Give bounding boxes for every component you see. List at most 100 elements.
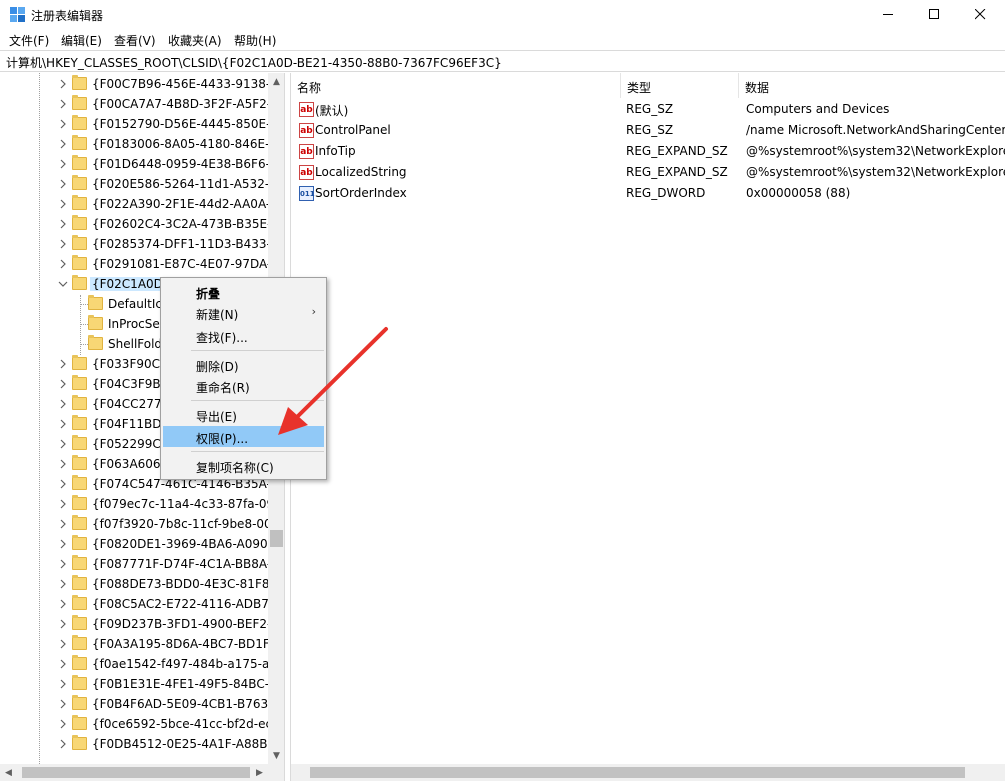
tree-item[interactable]: {F0820DE1-3969-4BA6-A090-E xyxy=(0,534,280,554)
chevron-right-icon[interactable] xyxy=(57,98,69,110)
tree-item[interactable]: {F00C7B96-456E-4433-9138-54 xyxy=(0,74,284,94)
scroll-down-icon[interactable]: ▼ xyxy=(268,747,284,764)
tree-item[interactable]: {F0B4F6AD-5E09-4CB1-B763-E xyxy=(0,694,280,714)
tree-item-label: {F020E586-5264-11d1-A532-00 xyxy=(92,177,285,191)
tree-item[interactable]: {f079ec7c-11a4-4c33-87fa-090 xyxy=(0,494,282,514)
chevron-right-icon[interactable] xyxy=(57,558,69,570)
menu-item-find[interactable]: 查找(F)... xyxy=(163,325,324,346)
column-header-name[interactable]: 名称 xyxy=(291,73,621,98)
tree-item-label: {f07f3920-7b8c-11cf-9be8-00a xyxy=(92,517,280,531)
chevron-right-icon[interactable] xyxy=(57,618,69,630)
menu-help[interactable]: 帮助(H) xyxy=(234,32,276,49)
chevron-right-icon[interactable] xyxy=(57,118,69,130)
menu-item-label: 权限(P)... xyxy=(196,432,249,446)
chevron-right-icon[interactable] xyxy=(57,658,69,670)
tree-horizontal-scrollbar[interactable]: ◀ ▶ xyxy=(0,764,284,781)
chevron-right-icon[interactable] xyxy=(57,198,69,210)
menu-favorites[interactable]: 收藏夹(A) xyxy=(168,32,222,49)
tree-item[interactable]: {F08C5AC2-E722-4116-ADB7-C xyxy=(0,594,282,614)
scroll-thumb[interactable] xyxy=(310,767,965,778)
menu-item-permissions[interactable]: 权限(P)... xyxy=(163,426,324,447)
tree-item[interactable]: {f07f3920-7b8c-11cf-9be8-00a xyxy=(0,514,279,534)
scroll-up-icon[interactable]: ▲ xyxy=(268,73,284,90)
chevron-right-icon[interactable] xyxy=(57,238,69,250)
chevron-right-icon[interactable] xyxy=(57,598,69,610)
close-button[interactable] xyxy=(957,0,1003,29)
maximize-button[interactable] xyxy=(911,0,957,29)
menu-item-copy-key-name[interactable]: 复制项名称(C) xyxy=(163,455,324,476)
folder-icon xyxy=(72,375,87,390)
scroll-right-icon[interactable]: ▶ xyxy=(251,764,268,781)
address-path[interactable]: 计算机\HKEY_CLASSES_ROOT\CLSID\{F02C1A0D-BE… xyxy=(6,54,502,71)
chevron-right-icon[interactable] xyxy=(57,698,69,710)
chevron-right-icon[interactable] xyxy=(57,378,69,390)
menu-view[interactable]: 查看(V) xyxy=(114,32,156,49)
value-list-pane[interactable]: 名称 类型 数据 ab (默认) REG_SZ Computers and Devic… xyxy=(290,73,1005,781)
chevron-right-icon[interactable] xyxy=(57,358,69,370)
folder-icon xyxy=(72,515,87,530)
menu-item-collapse[interactable]: 折叠 xyxy=(163,281,324,302)
tree-item[interactable]: {F00CA7A7-4B8D-3F2F-A5F2-C xyxy=(0,94,280,114)
tree-item[interactable]: {F088DE73-BDD0-4E3C-81F8-6 xyxy=(0,574,281,594)
folder-icon xyxy=(72,575,87,590)
menu-item-export[interactable]: 导出(E) xyxy=(163,404,324,425)
chevron-right-icon[interactable] xyxy=(57,138,69,150)
chevron-down-icon[interactable] xyxy=(57,278,69,290)
chevron-right-icon[interactable] xyxy=(57,458,69,470)
chevron-right-icon[interactable] xyxy=(57,438,69,450)
tree-item[interactable]: {F01D6448-0959-4E38-B6F6-B6 xyxy=(0,154,284,174)
value-row[interactable]: ab InfoTip REG_EXPAND_SZ @%systemroot%\syst… xyxy=(291,141,1005,162)
menu-edit[interactable]: 编辑(E) xyxy=(61,32,102,49)
value-row[interactable]: ab (默认) REG_SZ Computers and Devices xyxy=(291,99,1005,120)
chevron-right-icon[interactable] xyxy=(57,638,69,650)
folder-icon xyxy=(72,435,87,450)
menu-file[interactable]: 文件(F) xyxy=(9,32,49,49)
value-data: /name Microsoft.NetworkAndSharingCenter xyxy=(746,123,1005,137)
tree-item[interactable]: {F022A390-2F1E-44d2-AA0A-0 xyxy=(0,194,278,214)
scroll-thumb[interactable] xyxy=(22,767,250,778)
tree-item[interactable]: {F0B1E31E-4FE1-49F5-84BC-4E xyxy=(0,674,284,694)
chevron-right-icon[interactable] xyxy=(57,578,69,590)
chevron-right-icon[interactable] xyxy=(57,538,69,550)
column-header-data[interactable]: 数据 xyxy=(739,73,1005,98)
chevron-right-icon[interactable] xyxy=(57,178,69,190)
tree-item[interactable]: {F0DB4512-0E25-4A1F-A88B-8 xyxy=(0,734,279,754)
tree-item[interactable]: {F0152790-D56E-4445-850E-4F xyxy=(0,114,284,134)
chevron-right-icon[interactable] xyxy=(57,738,69,750)
tree-item[interactable]: {F0183006-8A05-4180-846E-0A xyxy=(0,134,284,154)
scroll-left-icon[interactable]: ◀ xyxy=(0,764,17,781)
value-row[interactable]: 011 SortOrderIndex REG_DWORD 0x00000058 (88… xyxy=(291,183,1005,204)
chevron-right-icon[interactable] xyxy=(57,78,69,90)
address-bar[interactable]: 计算机\HKEY_CLASSES_ROOT\CLSID\{F02C1A0D-BE… xyxy=(0,50,1005,72)
tree-item[interactable]: {f0ce6592-5bce-41cc-bf2d-ec4 xyxy=(0,714,280,734)
tree-item[interactable]: {F020E586-5264-11d1-A532-00 xyxy=(0,174,284,194)
menu-item-rename[interactable]: 重命名(R) xyxy=(163,375,324,396)
tree-item[interactable]: {F0291081-E87C-4E07-97DA-A xyxy=(0,254,279,274)
tree-item[interactable]: {F0285374-DFF1-11D3-B433-00 xyxy=(0,234,284,254)
value-row[interactable]: ab LocalizedString REG_EXPAND_SZ @%systemro… xyxy=(291,162,1005,183)
tree-item[interactable]: {F0A3A195-8D6A-4BC7-BD1F-3 xyxy=(0,634,282,654)
chevron-right-icon[interactable] xyxy=(57,218,69,230)
tree-item[interactable]: {f0ae1542-f497-484b-a175-a20 xyxy=(0,654,284,674)
chevron-right-icon[interactable] xyxy=(57,258,69,270)
minimize-button[interactable] xyxy=(865,0,911,29)
menu-item-delete[interactable]: 删除(D) xyxy=(163,354,324,375)
chevron-right-icon[interactable] xyxy=(57,418,69,430)
menu-item-new[interactable]: 新建(N) › xyxy=(163,302,324,323)
chevron-right-icon[interactable] xyxy=(57,398,69,410)
column-header-type[interactable]: 类型 xyxy=(621,73,739,98)
folder-icon xyxy=(72,195,87,210)
chevron-right-icon[interactable] xyxy=(57,158,69,170)
tree-item[interactable]: {F09D237B-3FD1-4900-BEF2-34 xyxy=(0,614,284,634)
chevron-right-icon[interactable] xyxy=(57,478,69,490)
chevron-right-icon[interactable] xyxy=(57,518,69,530)
tree-item[interactable]: {F087771F-D74F-4C1A-BB8A-E xyxy=(0,554,279,574)
scroll-thumb[interactable] xyxy=(270,530,283,547)
tree-item[interactable]: {F02602C4-3C2A-473B-B35E-6 xyxy=(0,214,279,234)
folder-icon xyxy=(72,555,87,570)
value-row[interactable]: ab ControlPanel REG_SZ/name Microsoft.Netw… xyxy=(291,120,1005,141)
chevron-right-icon[interactable] xyxy=(57,678,69,690)
list-horizontal-scrollbar[interactable] xyxy=(291,764,1005,781)
chevron-right-icon[interactable] xyxy=(57,498,69,510)
chevron-right-icon[interactable] xyxy=(57,718,69,730)
